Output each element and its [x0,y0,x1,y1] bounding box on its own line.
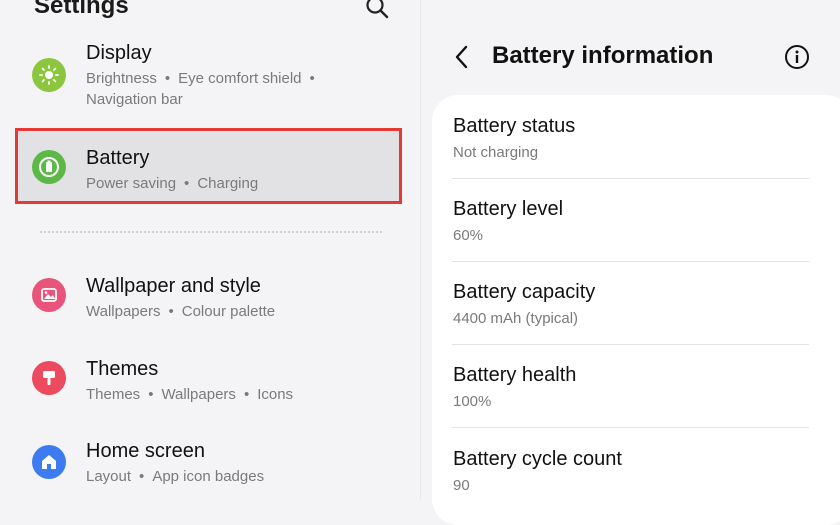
battery-subtitle: Power saving • Charging [86,173,258,194]
settings-title: Settings [34,0,129,19]
row-battery-cycle-count[interactable]: Battery cycle count 90 [453,448,809,494]
separator-dot: • [168,303,174,320]
display-sub-eye-comfort: Eye comfort shield [178,70,302,87]
battery-level-value: 60% [453,227,484,244]
settings-item-themes[interactable]: Themes Themes • Wallpapers • Icons [22,356,396,408]
wallpaper-title: Wallpaper and style [86,275,261,297]
display-sub-brightness: Brightness [86,70,157,87]
battery-status-label: Battery status [453,115,576,137]
wallpaper-sub-colour-palette: Colour palette [181,303,276,320]
battery-sub-charging: Charging [197,175,259,192]
settings-item-wallpaper[interactable]: Wallpaper and style Wallpapers • Colour pa… [22,273,396,325]
themes-sub-themes: Themes [86,386,141,403]
settings-item-battery[interactable]: Battery Power saving • Charging [22,145,396,197]
separator-dot: • [139,468,145,485]
row-battery-capacity[interactable]: Battery capacity 4400 mAh (typical) [453,281,809,327]
battery-health-value: 100% [453,393,492,410]
row-separator [452,427,809,428]
battery-title: Battery [86,147,150,169]
panel-divider [420,0,421,500]
battery-cycle-count-label: Battery cycle count [453,448,622,470]
battery-health-label: Battery health [453,364,577,386]
battery-level-label: Battery level [453,198,564,220]
info-icon[interactable] [784,44,810,70]
search-icon[interactable] [364,0,390,20]
themes-sub-icons: Icons [257,386,294,403]
battery-icon [32,150,66,184]
home-icon [32,445,66,479]
row-separator [452,261,809,262]
separator-dot: • [164,70,171,87]
battery-sub-power-saving: Power saving [86,175,177,192]
row-battery-status[interactable]: Battery status Not charging [453,115,809,161]
settings-item-home-screen[interactable]: Home screen Layout • App icon badges [22,440,396,492]
page-title: Battery information [492,42,714,69]
sun-icon [32,58,66,92]
home-sub-layout: Layout [86,468,132,485]
display-title: Display [86,42,152,64]
home-screen-title: Home screen [86,440,205,462]
themes-title: Themes [86,358,159,380]
settings-item-display[interactable]: Display Brightness • Eye comfort shield • N… [22,40,396,112]
battery-capacity-label: Battery capacity [453,281,596,303]
battery-capacity-value: 4400 mAh (typical) [453,310,579,327]
home-sub-app-icon-badges: App icon badges [152,468,265,485]
brush-icon [32,361,66,395]
wallpaper-subtitle: Wallpapers • Colour palette [86,301,275,322]
separator-dot: • [184,175,190,192]
settings-panel: Settings Display Brightness • Eye comfort … [0,0,420,500]
themes-subtitle: Themes • Wallpapers • Icons [86,384,293,405]
display-sub-navigation-bar: Navigation bar [86,91,183,108]
home-screen-subtitle: Layout • App icon badges [86,466,264,487]
row-separator [452,178,809,179]
image-icon [32,278,66,312]
back-arrow-icon[interactable] [452,44,472,70]
separator-dot: • [309,70,315,87]
row-battery-level[interactable]: Battery level 60% [453,198,809,244]
row-separator [452,344,809,345]
wallpaper-sub-wallpapers: Wallpapers [86,303,161,320]
row-battery-health[interactable]: Battery health 100% [453,364,809,410]
battery-cycle-count-value: 90 [453,477,470,494]
section-divider [40,231,382,233]
themes-sub-wallpapers: Wallpapers [161,386,236,403]
separator-dot: • [243,386,250,403]
display-subtitle: Brightness • Eye comfort shield • Navigatio… [86,68,323,110]
battery-status-value: Not charging [453,144,539,161]
separator-dot: • [148,386,154,403]
